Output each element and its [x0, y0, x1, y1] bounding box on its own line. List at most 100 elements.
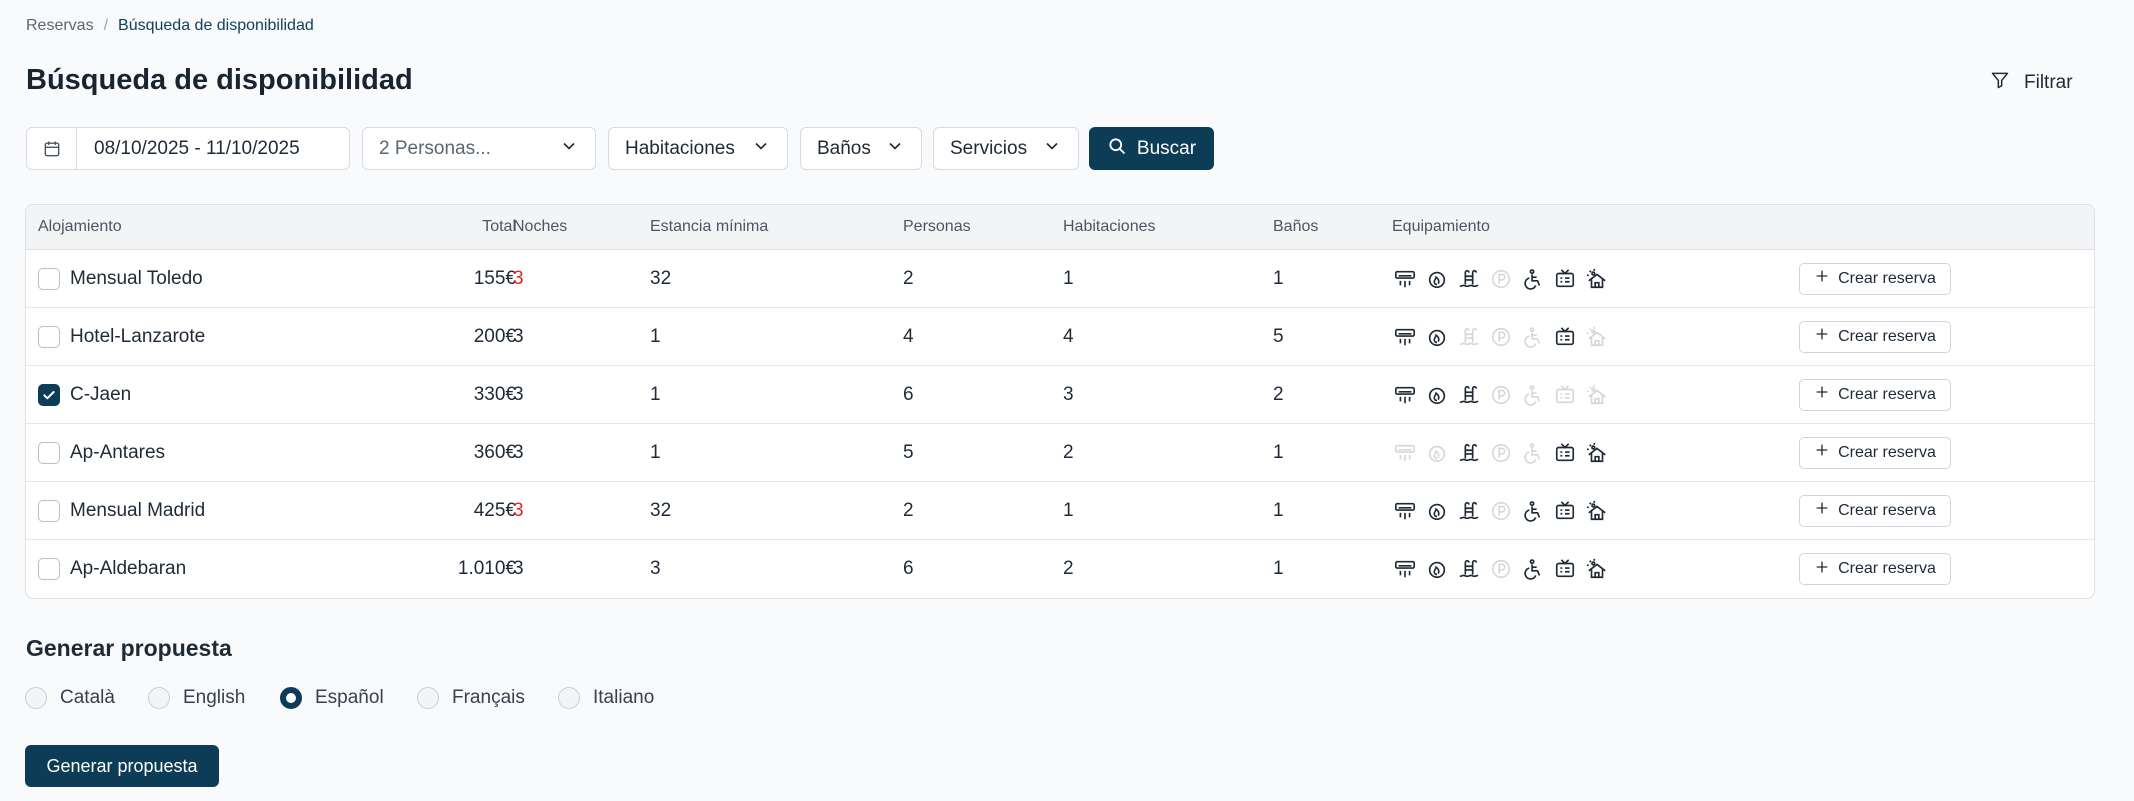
air-conditioning-icon [1392, 266, 1418, 292]
create-booking-button[interactable]: Crear reserva [1799, 320, 1951, 353]
language-option-ca[interactable]: Català [25, 686, 115, 710]
parking-icon [1488, 382, 1514, 408]
row-checkbox[interactable] [38, 499, 60, 522]
pool-icon [1456, 382, 1482, 408]
rooms-cell: 2 [1063, 441, 1074, 463]
plus-icon [1814, 559, 1830, 580]
chevron-down-icon [559, 136, 579, 162]
row-checkbox[interactable] [38, 441, 60, 464]
availability-table: Alojamiento Total Noches Estancia mínima… [25, 204, 2095, 599]
create-booking-label: Crear reserva [1838, 269, 1936, 287]
rooms-label: Habitaciones [625, 137, 735, 159]
header-rooms[interactable]: Habitaciones [1063, 205, 1156, 249]
radio-es[interactable] [280, 687, 302, 709]
total-cell: 330€ [473, 383, 516, 405]
row-checkbox[interactable] [38, 558, 60, 580]
create-booking-button[interactable]: Crear reserva [1799, 494, 1951, 527]
total-cell: 360€ [473, 441, 516, 463]
heating-icon [1424, 498, 1450, 524]
accommodation-cell: Mensual Madrid [38, 482, 205, 539]
header-nights[interactable]: Noches [513, 205, 567, 249]
rooms-dropdown[interactable]: Habitaciones [608, 127, 788, 170]
action-cell: Crear reserva [1799, 482, 1951, 539]
radio-ca[interactable] [25, 687, 47, 709]
language-label: English [183, 687, 246, 708]
row-checkbox[interactable] [38, 383, 60, 406]
services-dropdown[interactable]: Servicios [933, 127, 1079, 170]
filter-label: Filtrar [2024, 72, 2073, 93]
tv-icon [1552, 266, 1578, 292]
air-conditioning-icon [1392, 498, 1418, 524]
persons-value: 2 Personas... [379, 137, 491, 159]
nights-cell: 3 [513, 441, 524, 463]
radio-en[interactable] [148, 687, 170, 709]
table-header: Alojamiento Total Noches Estancia mínima… [26, 205, 2094, 250]
header-baths[interactable]: Baños [1273, 205, 1318, 249]
radio-fr[interactable] [417, 687, 439, 709]
create-booking-button[interactable]: Crear reserva [1799, 553, 1951, 585]
rooms-cell: 1 [1063, 499, 1074, 521]
accommodation-cell: C-Jaen [38, 366, 131, 423]
breadcrumb-root-link[interactable]: Reservas [26, 17, 94, 35]
language-option-es[interactable]: Español [280, 686, 384, 710]
filter-icon [1990, 70, 2010, 96]
filter-button[interactable]: Filtrar [1990, 68, 2073, 98]
parking-icon [1488, 440, 1514, 466]
header-total[interactable]: Total [326, 205, 516, 249]
min-stay-cell: 3 [650, 558, 661, 579]
accessible-icon [1520, 266, 1546, 292]
date-range-field[interactable]: 08/10/2025 - 11/10/2025 [26, 127, 350, 170]
baths-dropdown[interactable]: Baños [800, 127, 922, 170]
terrace-icon [1584, 324, 1610, 350]
heating-icon [1424, 324, 1450, 350]
language-option-en[interactable]: English [148, 686, 245, 710]
services-label: Servicios [950, 137, 1028, 159]
persons-cell: 6 [903, 383, 914, 405]
plus-icon [1814, 442, 1830, 463]
search-button[interactable]: Buscar [1089, 127, 1214, 170]
nights-cell: 3 [513, 558, 524, 579]
language-option-fr[interactable]: Français [417, 686, 525, 710]
header-min-stay[interactable]: Estancia mínima [650, 205, 768, 249]
baths-cell: 1 [1273, 441, 1284, 463]
heating-icon [1424, 440, 1450, 466]
baths-cell: 1 [1273, 499, 1284, 521]
plus-icon [1814, 326, 1830, 347]
persons-cell: 2 [903, 499, 914, 521]
create-booking-button[interactable]: Crear reserva [1799, 436, 1951, 469]
total-cell: 1.010€ [457, 558, 516, 579]
accessible-icon [1520, 440, 1546, 466]
persons-cell: 6 [903, 558, 914, 579]
min-stay-cell: 32 [650, 499, 672, 521]
accommodation-name: Ap-Antares [70, 441, 166, 463]
header-name[interactable]: Alojamiento [38, 205, 122, 249]
generate-proposal-button[interactable]: Generar propuesta [25, 745, 219, 787]
accommodation-cell: Ap-Aldebaran [38, 540, 186, 598]
persons-cell: 2 [903, 267, 914, 289]
action-cell: Crear reserva [1799, 308, 1951, 365]
min-stay-cell: 1 [650, 325, 661, 347]
air-conditioning-icon [1392, 556, 1418, 582]
header-persons[interactable]: Personas [903, 205, 971, 249]
persons-select[interactable]: 2 Personas... [362, 127, 596, 170]
persons-cell: 4 [903, 325, 914, 347]
row-checkbox[interactable] [38, 267, 60, 290]
breadcrumb: Reservas / Búsqueda de disponibilidad [26, 17, 314, 35]
equipment-cell [1392, 366, 1610, 423]
create-booking-label: Crear reserva [1838, 385, 1936, 403]
radio-it[interactable] [558, 687, 580, 709]
create-booking-button[interactable]: Crear reserva [1799, 262, 1951, 295]
create-booking-button[interactable]: Crear reserva [1799, 378, 1951, 411]
accommodation-cell: Mensual Toledo [38, 250, 203, 307]
accessible-icon [1520, 324, 1546, 350]
air-conditioning-icon [1392, 382, 1418, 408]
language-label: Français [452, 687, 525, 708]
baths-cell: 1 [1273, 558, 1284, 579]
accommodation-cell: Ap-Antares [38, 424, 165, 481]
persons-cell: 5 [903, 441, 914, 463]
page-title: Búsqueda de disponibilidad [26, 64, 413, 96]
baths-cell: 1 [1273, 267, 1284, 289]
language-option-it[interactable]: Italiano [558, 686, 654, 710]
chevron-down-icon [1042, 136, 1062, 162]
row-checkbox[interactable] [38, 325, 60, 348]
